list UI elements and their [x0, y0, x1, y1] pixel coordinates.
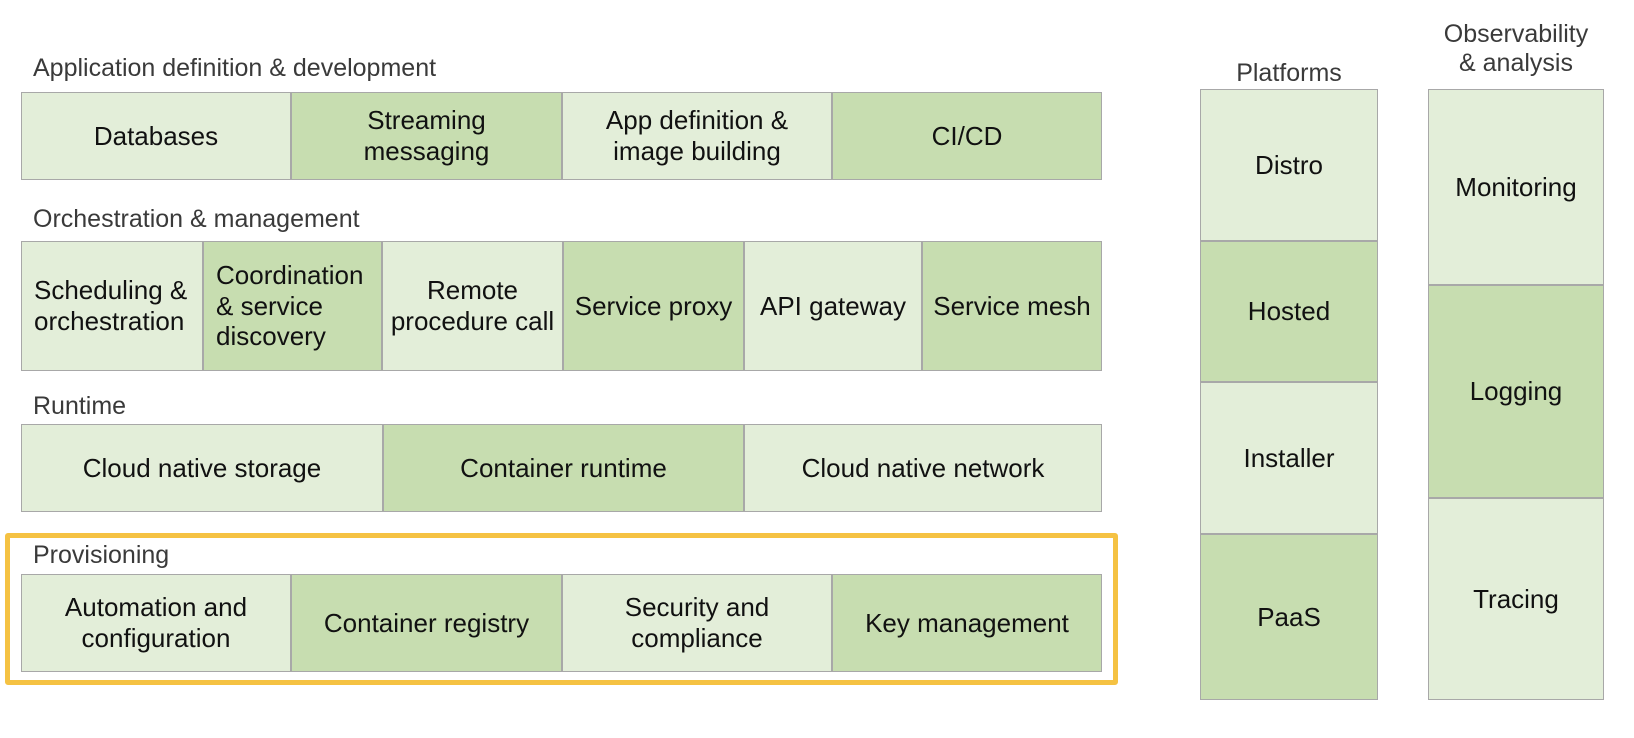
cell-monitoring[interactable]: Monitoring [1428, 89, 1604, 285]
cell-label: Logging [1469, 376, 1563, 407]
cell-label: Key management [865, 607, 1069, 638]
cell-label: Coordination & service discovery [216, 259, 364, 352]
cell-label: Cloud native network [801, 452, 1045, 483]
cell-remote-procedure-call[interactable]: Remote procedure call [382, 241, 563, 371]
cell-coordination-service-discovery[interactable]: Coordination & service discovery [203, 241, 382, 371]
cell-label: Hosted [1247, 296, 1331, 327]
cell-streaming-messaging[interactable]: Streaming messaging [291, 92, 562, 180]
cell-label: API gateway [760, 290, 906, 321]
cell-label: Container registry [323, 607, 530, 638]
cell-service-mesh[interactable]: Service mesh [922, 241, 1102, 371]
cell-label: Service mesh [933, 290, 1091, 321]
cell-label: Automation and configuration [64, 592, 248, 653]
cell-label: PaaS [1257, 601, 1321, 632]
cell-label: Remote procedure call [390, 275, 555, 336]
cell-container-registry[interactable]: Container registry [291, 574, 562, 672]
cell-label: Service proxy [574, 290, 733, 321]
group-label-orchestration-management: Orchestration & management [33, 205, 360, 233]
cell-databases[interactable]: Databases [21, 92, 291, 180]
cell-tracing[interactable]: Tracing [1428, 498, 1604, 700]
group-label-application-definition: Application definition & development [33, 54, 437, 82]
cell-distro[interactable]: Distro [1200, 89, 1378, 241]
cell-hosted[interactable]: Hosted [1200, 241, 1378, 382]
cell-service-proxy[interactable]: Service proxy [563, 241, 744, 371]
cell-cloud-native-network[interactable]: Cloud native network [744, 424, 1102, 512]
cell-logging[interactable]: Logging [1428, 285, 1604, 498]
cell-label: Cloud native storage [82, 452, 322, 483]
cell-label: Installer [1243, 442, 1335, 473]
cell-label: Distro [1255, 149, 1323, 180]
column-heading-observability-analysis: Observability & analysis [1443, 20, 1589, 77]
cell-api-gateway[interactable]: API gateway [744, 241, 922, 371]
cell-scheduling-orchestration[interactable]: Scheduling & orchestration [21, 241, 203, 371]
cell-paas[interactable]: PaaS [1200, 534, 1378, 700]
cell-label: Tracing [1473, 583, 1559, 614]
cell-ci-cd[interactable]: CI/CD [832, 92, 1102, 180]
cell-label: App definition & image building [605, 105, 789, 166]
cell-label: Monitoring [1455, 171, 1577, 202]
cell-label: CI/CD [931, 120, 1003, 151]
cell-label: Databases [93, 120, 219, 151]
group-label-provisioning: Provisioning [33, 541, 170, 569]
column-heading-platforms: Platforms [1236, 59, 1342, 87]
cell-container-runtime[interactable]: Container runtime [383, 424, 744, 512]
cell-installer[interactable]: Installer [1200, 382, 1378, 534]
cell-key-management[interactable]: Key management [832, 574, 1102, 672]
cell-label: Container runtime [460, 452, 667, 483]
cell-app-definition-image-building[interactable]: App definition & image building [562, 92, 832, 180]
cell-cloud-native-storage[interactable]: Cloud native storage [21, 424, 383, 512]
cell-label: Streaming messaging [363, 105, 490, 166]
cell-label: Security and compliance [624, 592, 770, 653]
cell-label: Scheduling & orchestration [34, 275, 188, 336]
cell-automation-and-configuration[interactable]: Automation and configuration [21, 574, 291, 672]
cell-security-and-compliance[interactable]: Security and compliance [562, 574, 832, 672]
group-label-runtime: Runtime [33, 392, 127, 420]
landscape-diagram: Application definition & development Dat… [0, 0, 1634, 738]
